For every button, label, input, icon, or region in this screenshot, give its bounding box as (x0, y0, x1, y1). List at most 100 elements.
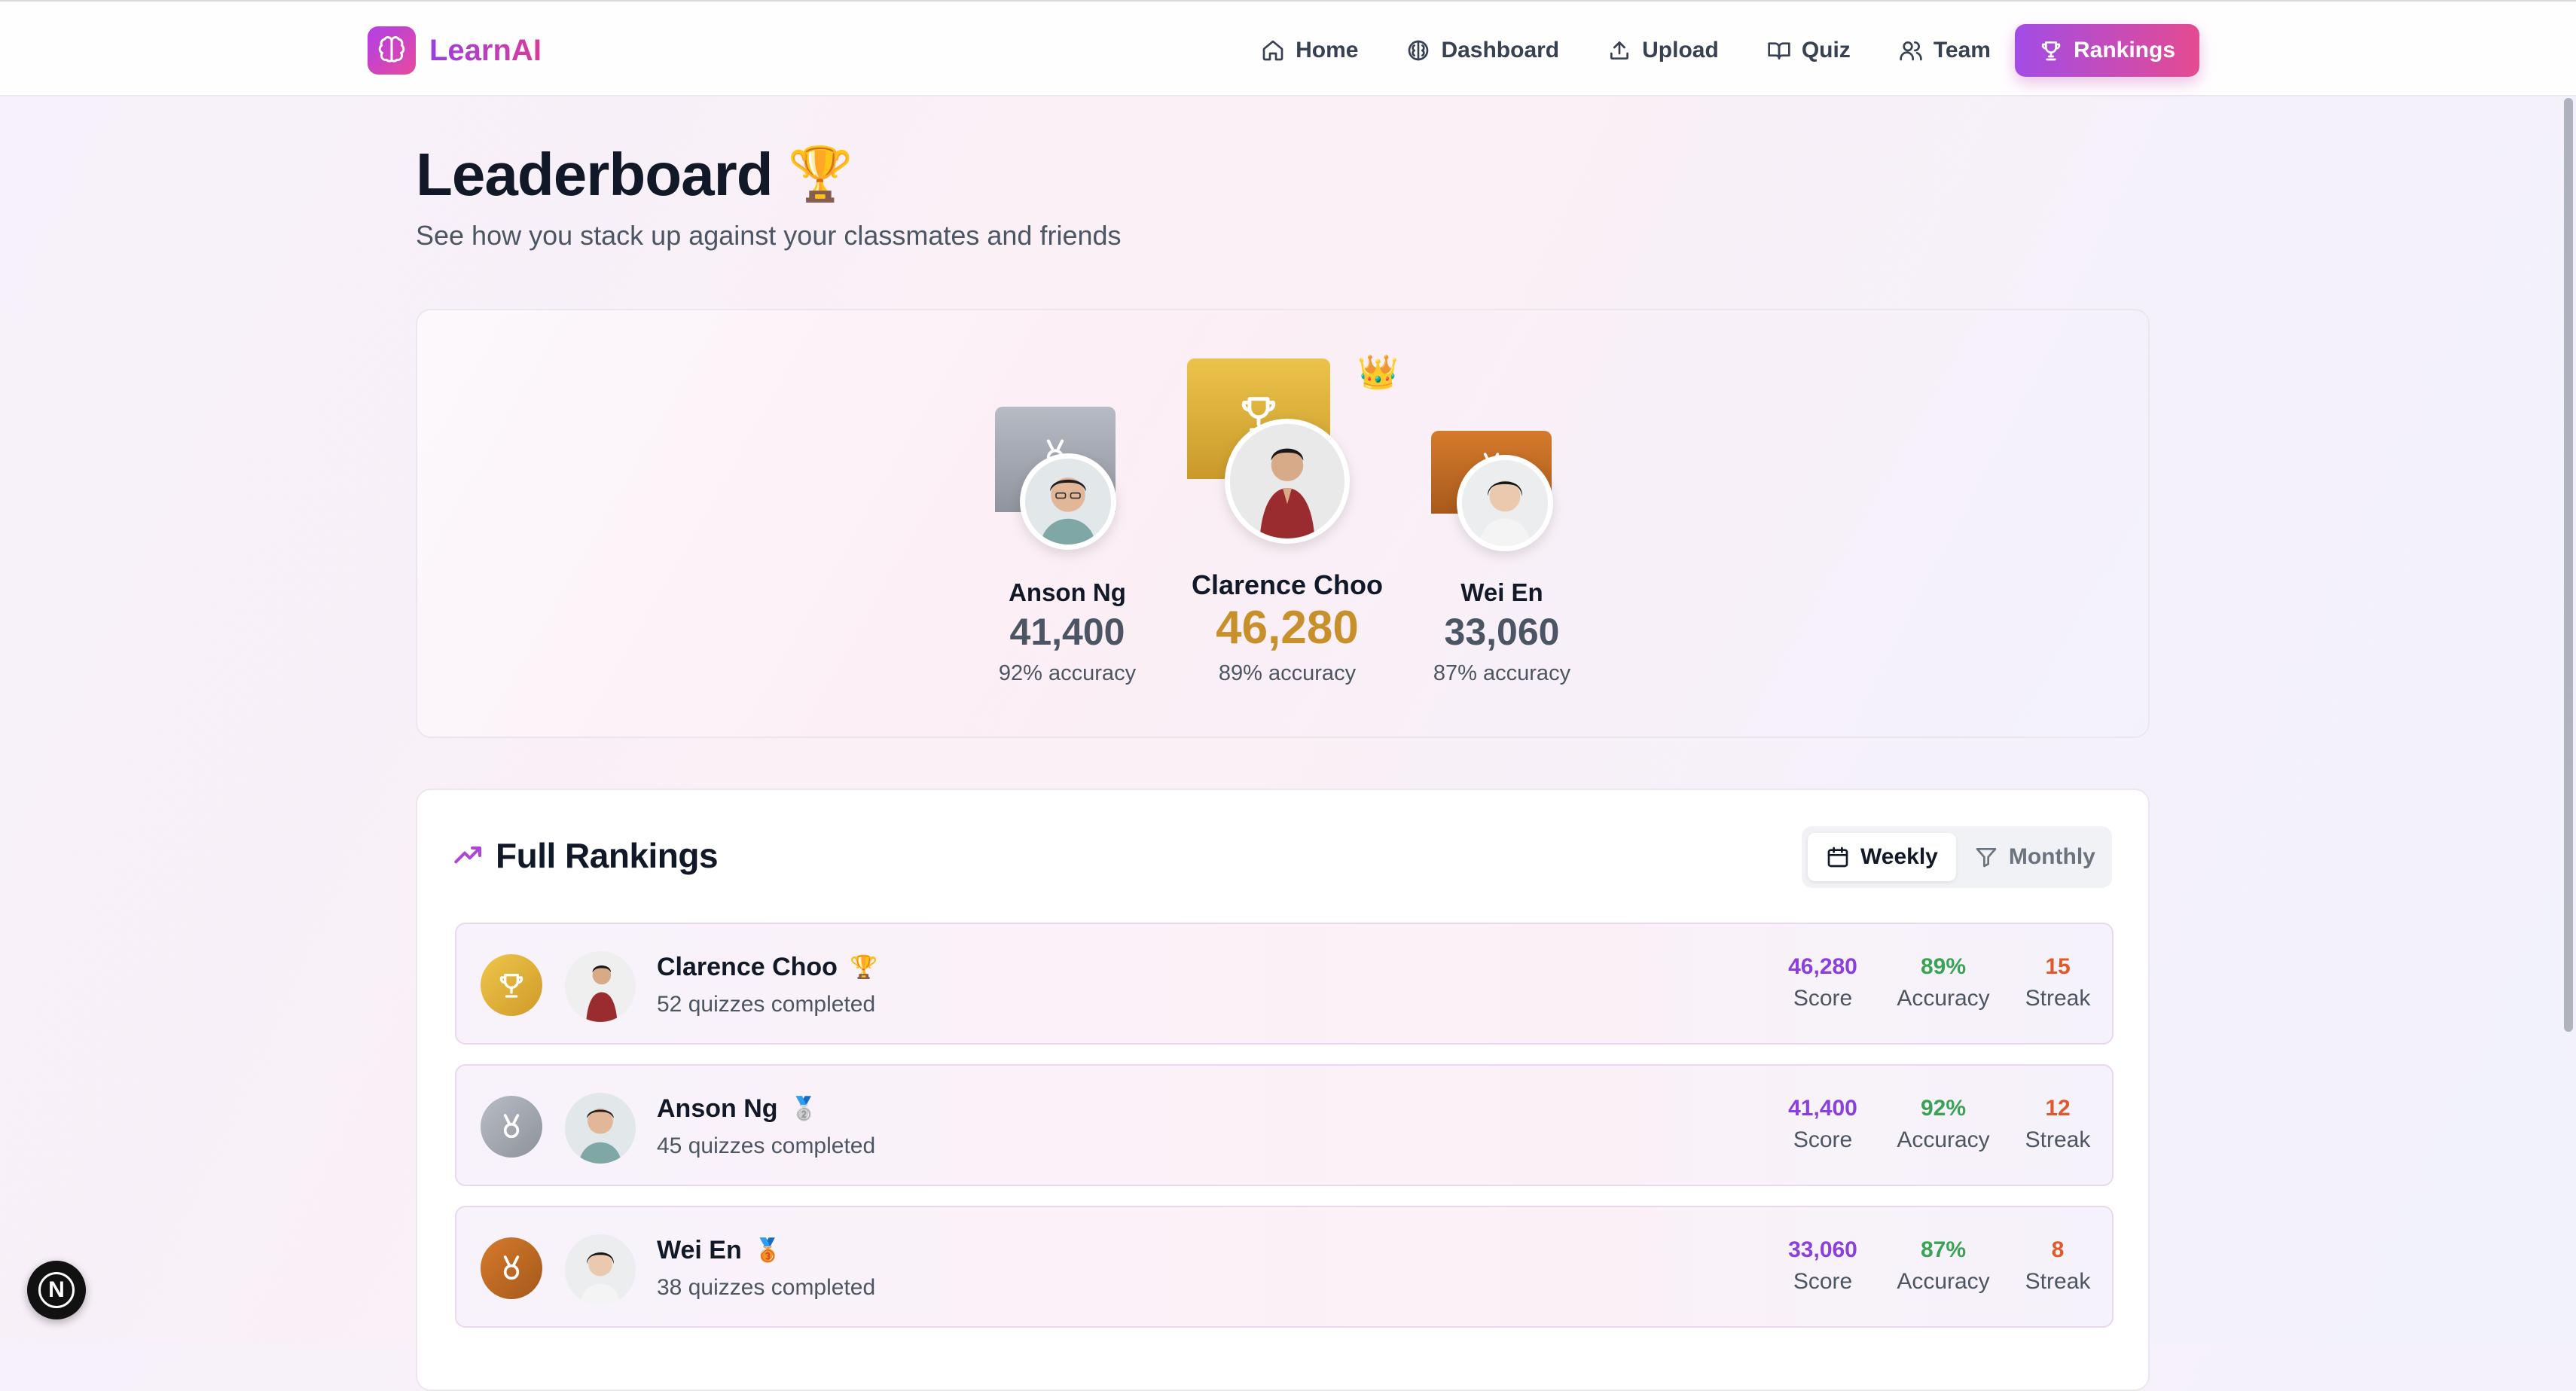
podium-name: Anson Ng (1009, 578, 1126, 606)
podium-score: 33,060 (1444, 611, 1560, 653)
medal-icon (503, 1255, 520, 1280)
nav-item-label: Dashboard (1441, 38, 1560, 63)
nav-item-label: Quiz (1801, 38, 1851, 63)
toggle-monthly-label: Monthly (2008, 844, 2095, 869)
streak-value: 8 (2051, 1237, 2065, 1262)
toggle-weekly[interactable]: Weekly (1808, 833, 1956, 881)
avatar (565, 1234, 636, 1305)
trophy-icon (2041, 41, 2061, 61)
player-name-text: Wei En (657, 1236, 742, 1264)
streak-label: Streak (2025, 986, 2091, 1011)
nav-item-label: Upload (1642, 38, 1719, 63)
nav-item-upload[interactable]: Upload (1583, 24, 1743, 77)
brand[interactable]: LearnAI (368, 26, 542, 75)
accuracy-value: 87% (1920, 1237, 1967, 1262)
nav-item-label: Team (1933, 38, 1991, 63)
trophy-emoji-icon: 🏆 (787, 145, 853, 203)
player-name-text: Anson Ng (657, 1094, 778, 1123)
nav-menu: Home Dashboard Upload Quiz Team Rankings (1237, 24, 2199, 77)
avatar (1457, 455, 1553, 551)
streak-value: 15 (2045, 954, 2071, 979)
quizzes-completed: 45 quizzes completed (657, 1133, 876, 1158)
accuracy-label: Accuracy (1897, 1127, 1990, 1152)
trending-up-icon (454, 846, 481, 864)
score-label: Score (1793, 1127, 1853, 1152)
brain-logo-icon (368, 26, 416, 75)
trophy-badge-icon: 🏆 (849, 955, 878, 980)
accuracy-value: 92% (1920, 1096, 1967, 1121)
ranking-row[interactable]: Wei En 🥉 38 quizzes completed 33,060 Sco… (455, 1206, 2114, 1328)
accuracy-value: 89% (1920, 954, 1967, 979)
stat-streak: 15 Streak (1998, 954, 2118, 1011)
period-toggle: Weekly Monthly (1802, 826, 2112, 888)
rank-medal-bronze (481, 1237, 542, 1299)
scrollbar[interactable] (2564, 98, 2573, 1032)
stat-accuracy: 89% Accuracy (1883, 954, 2004, 1011)
silver-medal-icon: 🥈 (789, 1097, 818, 1121)
nav-item-team[interactable]: Team (1875, 24, 2015, 77)
podium-score: 46,280 (1216, 602, 1359, 654)
nav-item-dashboard[interactable]: Dashboard (1382, 24, 1583, 77)
brain-icon (1409, 40, 1429, 61)
rankings-card: Full Rankings Weekly Monthly Clarence Ch… (416, 789, 2150, 1391)
stat-score: 33,060 Score (1763, 1237, 1883, 1295)
score-label: Score (1793, 986, 1853, 1011)
podium-name: Wei En (1460, 578, 1543, 606)
player-name-text: Clarence Choo (657, 953, 838, 981)
nav-item-quiz[interactable]: Quiz (1743, 24, 1875, 77)
score-label: Score (1793, 1269, 1853, 1294)
score-value: 41,400 (1788, 1096, 1857, 1121)
rankings-title: Full Rankings (496, 836, 719, 875)
accuracy-label: Accuracy (1897, 1269, 1990, 1294)
avatar (1020, 453, 1116, 550)
book-icon (1768, 42, 1790, 59)
player-name: Clarence Choo 🏆 (657, 953, 877, 982)
stat-score: 41,400 Score (1763, 1096, 1883, 1153)
crown-icon: 👑 (1357, 354, 1399, 391)
streak-label: Streak (2025, 1269, 2091, 1294)
player-name: Wei En 🥉 (657, 1236, 782, 1265)
podium-accuracy: 92% accuracy (998, 661, 1137, 685)
streak-value: 12 (2045, 1096, 2071, 1121)
podium-card: Anson Ng 41,400 92% accuracy 👑 Clarence … (416, 309, 2150, 738)
podium-accuracy: 87% accuracy (1433, 661, 1571, 685)
toggle-monthly[interactable]: Monthly (1956, 833, 2114, 881)
filter-icon (1976, 848, 1997, 868)
stat-streak: 8 Streak (1998, 1237, 2118, 1295)
next-logo-icon: N (38, 1272, 75, 1308)
player-name: Anson Ng 🥈 (657, 1094, 818, 1124)
page-title-text: Leaderboard (416, 141, 774, 208)
nav-item-label: Home (1296, 38, 1359, 63)
nav-item-rankings[interactable]: Rankings (2014, 24, 2199, 77)
quizzes-completed: 38 quizzes completed (657, 1275, 876, 1300)
podium-name: Clarence Choo (1191, 569, 1384, 600)
streak-label: Streak (2025, 1127, 2091, 1152)
trophy-icon (499, 974, 523, 998)
avatar (1225, 419, 1350, 544)
users-icon (1900, 41, 1922, 61)
upload-icon (1610, 41, 1629, 59)
quizzes-completed: 52 quizzes completed (657, 992, 876, 1017)
rank-medal-gold (481, 954, 542, 1016)
rank-medal-silver (481, 1096, 542, 1158)
page-title: Leaderboard 🏆 (416, 140, 853, 209)
toggle-weekly-label: Weekly (1860, 844, 1938, 869)
avatar (565, 951, 636, 1022)
brand-name: LearnAI (429, 33, 542, 67)
rankings-header: Full Rankings (453, 835, 719, 876)
stat-score: 46,280 Score (1763, 954, 1883, 1011)
nav-item-label: Rankings (2073, 38, 2175, 63)
score-value: 33,060 (1788, 1237, 1857, 1262)
avatar (565, 1093, 636, 1164)
ranking-row[interactable]: Anson Ng 🥈 45 quizzes completed 41,400 S… (455, 1064, 2114, 1186)
accuracy-label: Accuracy (1897, 986, 1990, 1011)
nav-item-home[interactable]: Home (1237, 24, 1382, 77)
podium-score: 41,400 (1009, 611, 1125, 653)
top-nav: LearnAI Home Dashboard Upload Quiz Team … (0, 0, 2576, 96)
score-value: 46,280 (1788, 954, 1857, 979)
stat-streak: 12 Streak (1998, 1096, 2118, 1153)
ranking-row[interactable]: Clarence Choo 🏆 52 quizzes completed 46,… (455, 923, 2114, 1045)
page-subtitle: See how you stack up against your classm… (416, 220, 1122, 251)
medal-icon (503, 1114, 520, 1139)
next-dev-badge[interactable]: N (27, 1261, 86, 1319)
